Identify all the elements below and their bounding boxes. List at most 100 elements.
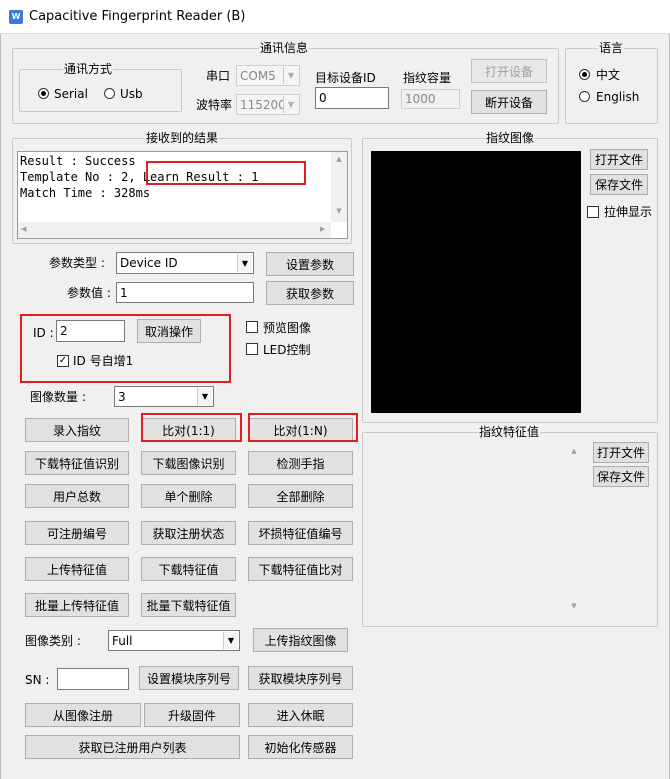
scroll-up-icon[interactable]: ▲ — [566, 447, 582, 455]
led-control-label[interactable]: LED控制 — [263, 343, 311, 357]
port-label: 串口 — [206, 69, 231, 83]
result-line-3: Match Time : 328ms — [20, 186, 151, 200]
app-icon: W — [9, 10, 23, 24]
param-type-label: 参数类型 : — [49, 256, 105, 270]
download-feature-compare-button[interactable]: 下载特征值比对 — [248, 557, 353, 581]
chevron-down-icon: ▼ — [197, 388, 212, 405]
param-type-select[interactable]: Device ID ▼ — [116, 252, 254, 274]
scroll-up-icon[interactable]: ▲ — [331, 155, 347, 163]
result-vertical-scrollbar[interactable]: ▲ ▼ — [331, 152, 347, 222]
image-type-label: 图像类别 : — [25, 634, 81, 648]
led-control-checkbox[interactable] — [246, 343, 258, 355]
usb-radio[interactable] — [104, 88, 115, 99]
scroll-down-icon[interactable]: ▼ — [566, 602, 582, 610]
feature-open-file-button[interactable]: 打开文件 — [593, 442, 649, 463]
window-title: Capacitive Fingerprint Reader (B) — [29, 9, 246, 24]
detect-finger-button[interactable]: 检测手指 — [248, 451, 353, 475]
preview-image-label[interactable]: 预览图像 — [263, 321, 311, 335]
enroll-from-image-button[interactable]: 从图像注册 — [25, 703, 141, 727]
delete-single-button[interactable]: 单个删除 — [141, 484, 236, 508]
feature-save-file-button[interactable]: 保存文件 — [593, 466, 649, 487]
port-select[interactable]: COM5 ▼ — [236, 65, 300, 86]
set-sn-button[interactable]: 设置模块序列号 — [139, 666, 239, 690]
get-param-button[interactable]: 获取参数 — [266, 281, 354, 305]
batch-download-feature-button[interactable]: 批量下载特征值 — [141, 593, 236, 617]
enrollable-id-button[interactable]: 可注册编号 — [25, 521, 129, 545]
upload-feature-button[interactable]: 上传特征值 — [25, 557, 129, 581]
target-id-label: 目标设备ID — [315, 71, 376, 85]
capacity-label: 指纹容量 — [403, 71, 452, 85]
scroll-left-icon[interactable]: ◀ — [21, 225, 26, 233]
baud-label: 波特率 — [196, 98, 233, 112]
image-count-select[interactable]: 3 ▼ — [114, 386, 214, 407]
feature-vertical-scrollbar[interactable]: ▲ ▼ — [566, 444, 582, 616]
close-device-button[interactable]: 断开设备 — [471, 90, 547, 114]
set-param-button[interactable]: 设置参数 — [266, 252, 354, 276]
chinese-label[interactable]: 中文 — [596, 68, 620, 82]
english-radio[interactable] — [579, 91, 590, 102]
batch-upload-feature-button[interactable]: 批量上传特征值 — [25, 593, 129, 617]
target-id-input[interactable]: 0 — [315, 87, 389, 109]
init-sensor-button[interactable]: 初始化传感器 — [248, 735, 353, 759]
result-horizontal-scrollbar[interactable]: ◀ ▶ — [18, 222, 331, 238]
language-title: 语言 — [598, 41, 625, 55]
language-group — [565, 48, 658, 124]
enter-sleep-button[interactable]: 进入休眠 — [248, 703, 353, 727]
image-count-label: 图像数量 : — [30, 390, 86, 404]
get-enroll-status-button[interactable]: 获取注册状态 — [141, 521, 236, 545]
image-count-value: 3 — [118, 389, 126, 404]
param-value-label: 参数值 : — [67, 286, 111, 300]
stretch-display-checkbox[interactable] — [587, 206, 599, 218]
preview-image-checkbox[interactable] — [246, 321, 258, 333]
usb-label[interactable]: Usb — [120, 87, 143, 101]
download-image-identify-button[interactable]: 下载图像识别 — [141, 451, 236, 475]
param-value-input[interactable]: 1 — [116, 282, 254, 303]
image-open-file-button[interactable]: 打开文件 — [590, 149, 648, 170]
get-sn-button[interactable]: 获取模块序列号 — [248, 666, 353, 690]
scroll-right-icon[interactable]: ▶ — [320, 225, 325, 233]
sn-input[interactable] — [57, 668, 129, 690]
highlight-match-1-n — [248, 413, 358, 442]
enroll-fingerprint-button[interactable]: 录入指纹 — [25, 418, 129, 442]
feature-textbox[interactable] — [367, 441, 582, 621]
param-type-value: Device ID — [120, 256, 178, 270]
open-device-button[interactable]: 打开设备 — [471, 59, 547, 83]
bad-feature-id-button[interactable]: 坏损特征值编号 — [248, 521, 353, 545]
baud-value: 115200 — [240, 97, 286, 112]
upload-image-button[interactable]: 上传指纹图像 — [253, 628, 348, 652]
fingerprint-image-title: 指纹图像 — [485, 131, 536, 145]
baud-select[interactable]: 115200 ▼ — [236, 94, 300, 115]
result-title: 接收到的结果 — [145, 131, 220, 145]
chevron-down-icon: ▼ — [223, 632, 238, 649]
fingerprint-image-display — [371, 151, 581, 413]
image-type-select[interactable]: Full ▼ — [108, 630, 240, 651]
result-line-1: Result : Success — [20, 154, 136, 168]
get-enrolled-list-button[interactable]: 获取已注册用户列表 — [25, 735, 240, 759]
stretch-display-label[interactable]: 拉伸显示 — [604, 205, 652, 219]
scroll-down-icon[interactable]: ▼ — [331, 207, 347, 215]
serial-radio[interactable] — [38, 88, 49, 99]
chevron-down-icon: ▼ — [237, 254, 252, 272]
port-value: COM5 — [240, 68, 276, 83]
highlight-match-1-1 — [141, 413, 242, 442]
english-label[interactable]: English — [596, 90, 639, 104]
capacity-input: 1000 — [401, 89, 460, 109]
download-feature-identify-button[interactable]: 下载特征值识别 — [25, 451, 129, 475]
upgrade-firmware-button[interactable]: 升级固件 — [144, 703, 240, 727]
sn-label: SN : — [25, 673, 50, 687]
delete-all-button[interactable]: 全部删除 — [248, 484, 353, 508]
user-total-button[interactable]: 用户总数 — [25, 484, 129, 508]
feature-title: 指纹特征值 — [478, 425, 541, 439]
chevron-down-icon: ▼ — [283, 67, 298, 84]
chinese-radio[interactable] — [579, 69, 590, 80]
title-bar: W Capacitive Fingerprint Reader (B) — [0, 0, 670, 34]
highlight-id-section — [20, 314, 231, 383]
download-feature-button[interactable]: 下载特征值 — [141, 557, 236, 581]
image-save-file-button[interactable]: 保存文件 — [590, 174, 648, 195]
serial-label[interactable]: Serial — [54, 87, 88, 101]
highlight-learn-result — [146, 161, 306, 185]
comm-info-title: 通讯信息 — [259, 41, 310, 55]
comm-mode-title: 通讯方式 — [63, 62, 114, 76]
image-type-value: Full — [112, 633, 133, 648]
chevron-down-icon: ▼ — [283, 96, 298, 113]
